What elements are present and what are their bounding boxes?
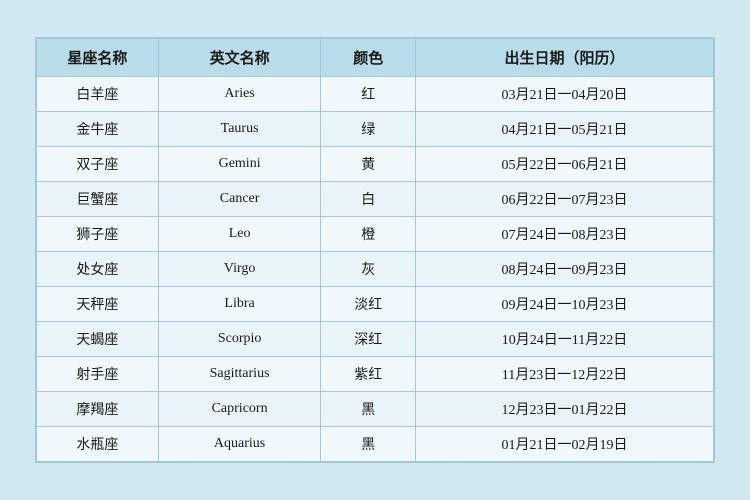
cell-english: Gemini [158, 147, 320, 182]
cell-english: Scorpio [158, 322, 320, 357]
header-color: 颜色 [321, 39, 416, 77]
cell-english: Aquarius [158, 427, 320, 462]
table-row: 射手座Sagittarius紫红11月23日一12月22日 [37, 357, 714, 392]
cell-color: 黑 [321, 427, 416, 462]
cell-english: Cancer [158, 182, 320, 217]
cell-date: 05月22日一06月21日 [416, 147, 714, 182]
cell-chinese: 白羊座 [37, 77, 159, 112]
table-row: 巨蟹座Cancer白06月22日一07月23日 [37, 182, 714, 217]
cell-color: 紫红 [321, 357, 416, 392]
cell-chinese: 巨蟹座 [37, 182, 159, 217]
table-row: 天蝎座Scorpio深红10月24日一11月22日 [37, 322, 714, 357]
cell-english: Virgo [158, 252, 320, 287]
cell-color: 灰 [321, 252, 416, 287]
cell-english: Leo [158, 217, 320, 252]
table-row: 金牛座Taurus绿04月21日一05月21日 [37, 112, 714, 147]
cell-color: 红 [321, 77, 416, 112]
table-row: 摩羯座Capricorn黑12月23日一01月22日 [37, 392, 714, 427]
cell-color: 绿 [321, 112, 416, 147]
table-row: 处女座Virgo灰08月24日一09月23日 [37, 252, 714, 287]
cell-english: Sagittarius [158, 357, 320, 392]
cell-color: 黄 [321, 147, 416, 182]
header-chinese: 星座名称 [37, 39, 159, 77]
cell-date: 11月23日一12月22日 [416, 357, 714, 392]
zodiac-table: 星座名称 英文名称 颜色 出生日期（阳历） 白羊座Aries红03月21日一04… [36, 38, 714, 462]
cell-chinese: 天蝎座 [37, 322, 159, 357]
table-row: 狮子座Leo橙07月24日一08月23日 [37, 217, 714, 252]
zodiac-table-container: 星座名称 英文名称 颜色 出生日期（阳历） 白羊座Aries红03月21日一04… [35, 37, 715, 463]
cell-date: 08月24日一09月23日 [416, 252, 714, 287]
cell-chinese: 水瓶座 [37, 427, 159, 462]
cell-chinese: 天秤座 [37, 287, 159, 322]
cell-date: 04月21日一05月21日 [416, 112, 714, 147]
cell-color: 淡红 [321, 287, 416, 322]
cell-date: 07月24日一08月23日 [416, 217, 714, 252]
table-header-row: 星座名称 英文名称 颜色 出生日期（阳历） [37, 39, 714, 77]
cell-english: Taurus [158, 112, 320, 147]
cell-chinese: 金牛座 [37, 112, 159, 147]
table-row: 白羊座Aries红03月21日一04月20日 [37, 77, 714, 112]
cell-color: 白 [321, 182, 416, 217]
cell-date: 12月23日一01月22日 [416, 392, 714, 427]
table-row: 水瓶座Aquarius黑01月21日一02月19日 [37, 427, 714, 462]
cell-date: 06月22日一07月23日 [416, 182, 714, 217]
cell-english: Capricorn [158, 392, 320, 427]
cell-date: 01月21日一02月19日 [416, 427, 714, 462]
table-row: 双子座Gemini黄05月22日一06月21日 [37, 147, 714, 182]
cell-color: 橙 [321, 217, 416, 252]
cell-date: 03月21日一04月20日 [416, 77, 714, 112]
cell-english: Aries [158, 77, 320, 112]
cell-chinese: 摩羯座 [37, 392, 159, 427]
cell-color: 深红 [321, 322, 416, 357]
header-english: 英文名称 [158, 39, 320, 77]
cell-chinese: 双子座 [37, 147, 159, 182]
cell-date: 10月24日一11月22日 [416, 322, 714, 357]
header-date: 出生日期（阳历） [416, 39, 714, 77]
cell-date: 09月24日一10月23日 [416, 287, 714, 322]
cell-color: 黑 [321, 392, 416, 427]
cell-chinese: 狮子座 [37, 217, 159, 252]
table-row: 天秤座Libra淡红09月24日一10月23日 [37, 287, 714, 322]
cell-english: Libra [158, 287, 320, 322]
cell-chinese: 射手座 [37, 357, 159, 392]
cell-chinese: 处女座 [37, 252, 159, 287]
